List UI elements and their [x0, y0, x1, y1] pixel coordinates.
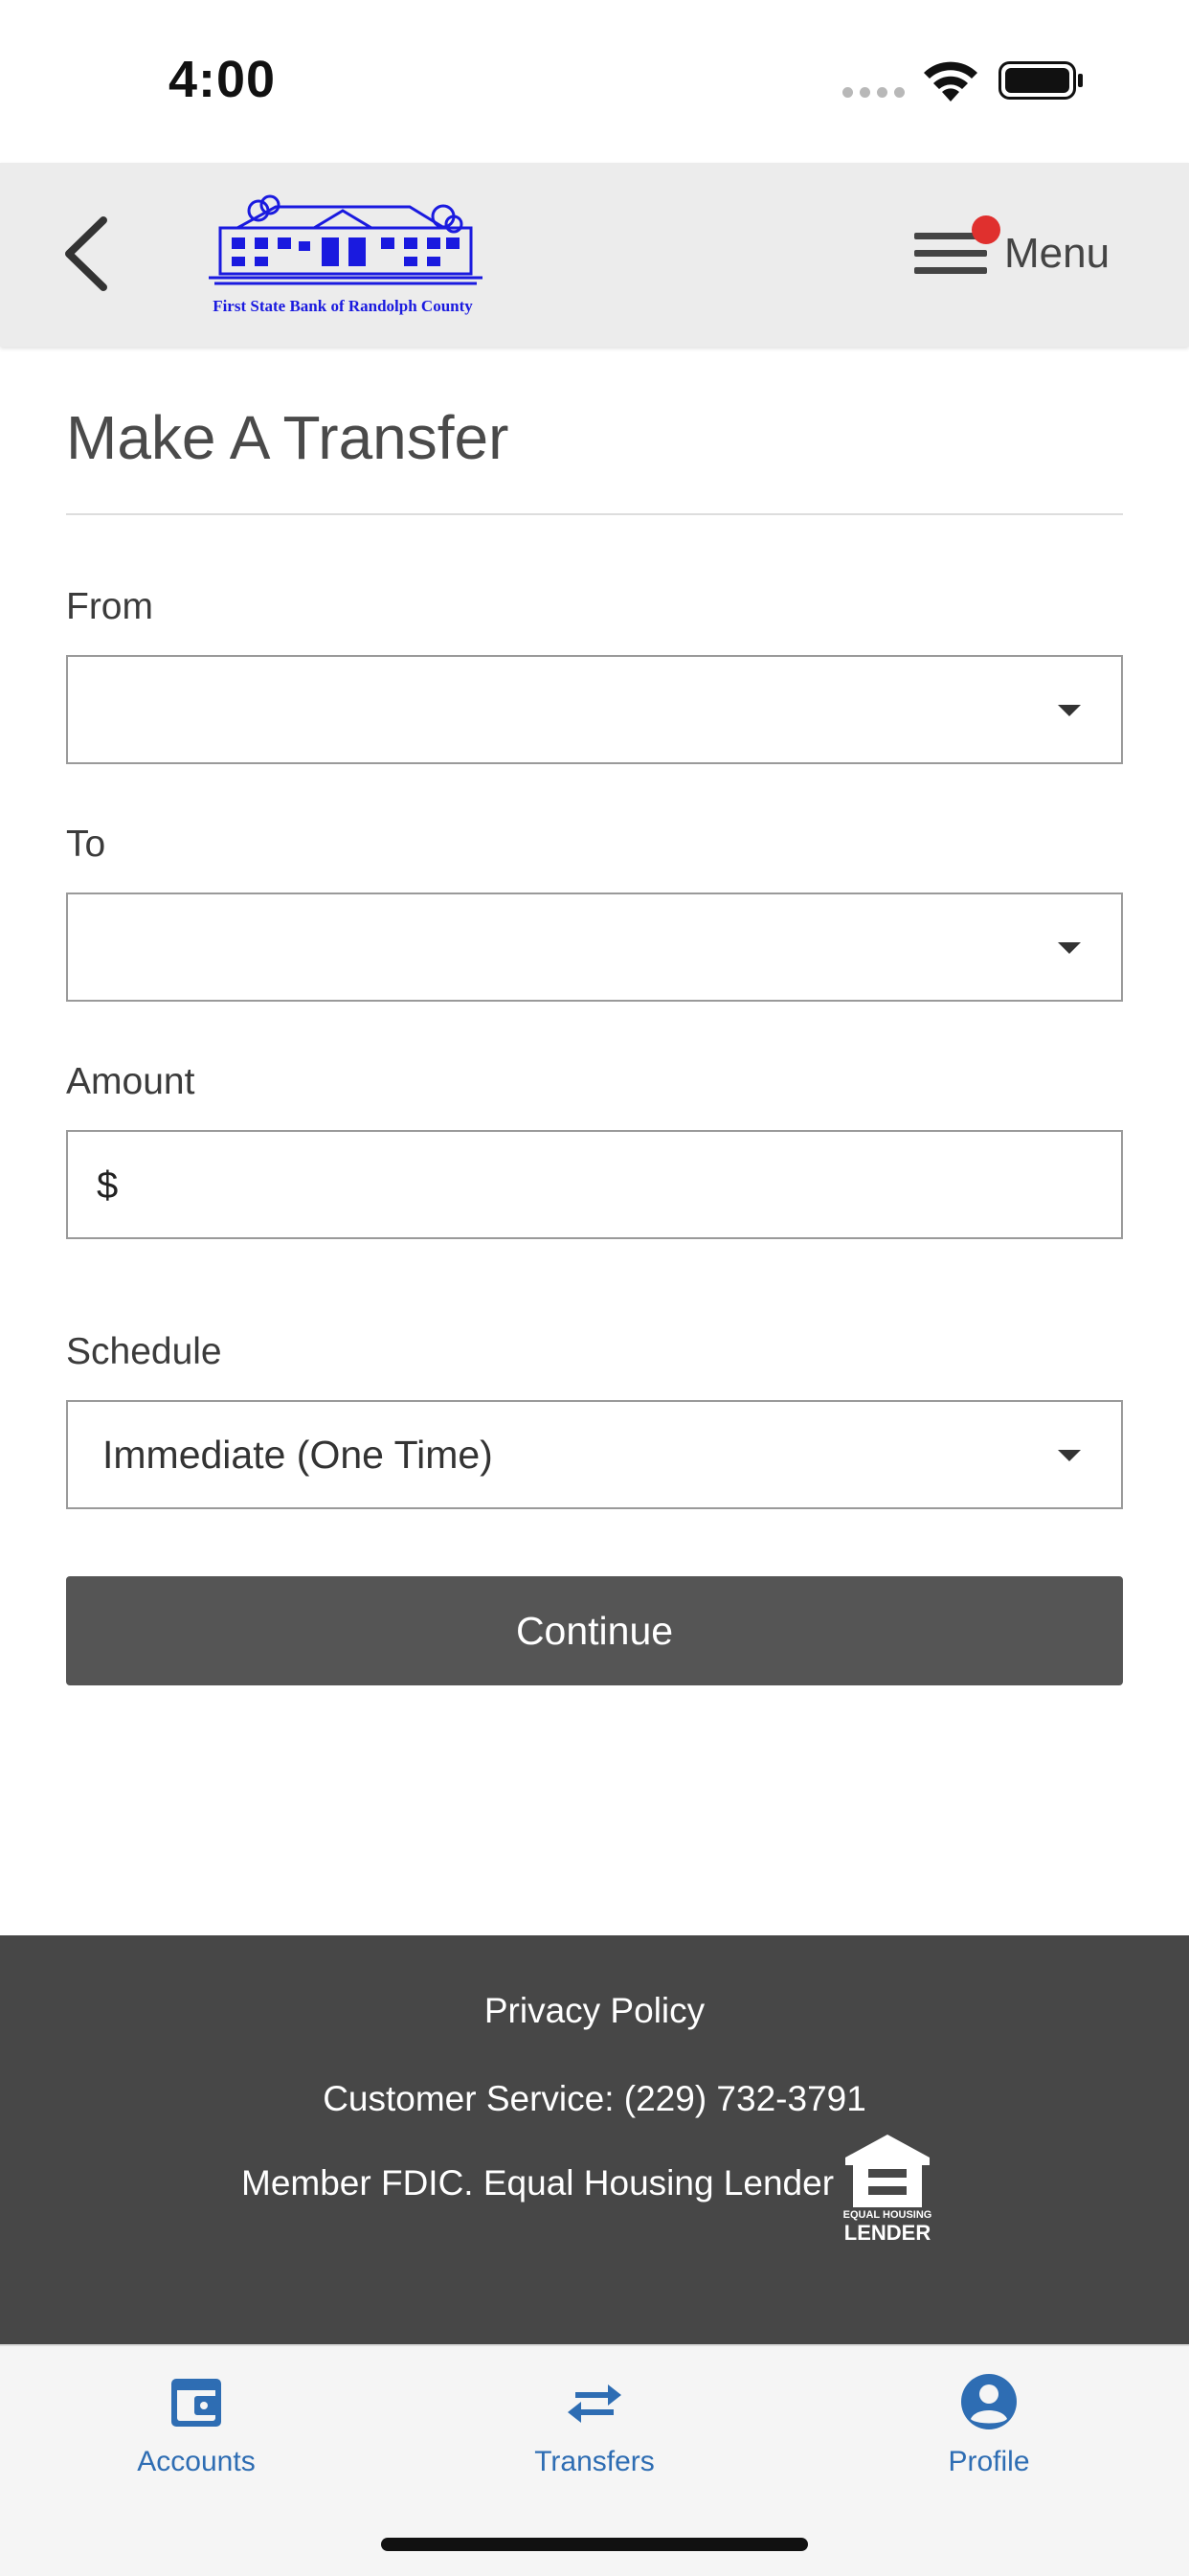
customer-service-text: Customer Service: (229) 732-3791: [323, 2079, 866, 2118]
tab-profile[interactable]: Profile: [884, 2371, 1094, 2478]
to-select[interactable]: [66, 893, 1123, 1002]
transfer-arrows-icon: [568, 2384, 621, 2423]
privacy-policy-link[interactable]: Privacy Policy: [0, 1991, 1189, 2031]
tab-label: Transfers: [534, 2446, 655, 2477]
caret-down-icon: [1058, 942, 1081, 954]
menu-button[interactable]: Menu: [914, 211, 1110, 297]
status-time: 4:00: [168, 51, 277, 108]
schedule-value: Immediate (One Time): [102, 1433, 493, 1477]
profile-icon: [961, 2374, 1017, 2429]
fdic-text: Member FDIC. Equal Housing Lender: [241, 2163, 835, 2203]
hamburger-icon: [914, 215, 1000, 281]
back-button[interactable]: [56, 211, 123, 297]
currency-symbol: $: [97, 1164, 119, 1207]
schedule-select[interactable]: Immediate (One Time): [66, 1400, 1123, 1509]
wallet-icon: [171, 2379, 221, 2427]
ehl-text-big: LENDER: [843, 2221, 931, 2245]
footer: Privacy Policy Customer Service: (229) 7…: [0, 1935, 1189, 2344]
amount-label: Amount: [66, 1061, 195, 1102]
menu-label: Menu: [1004, 230, 1110, 277]
tab-accounts[interactable]: Accounts: [91, 2371, 302, 2478]
tab-label: Profile: [948, 2446, 1030, 2477]
equal-housing-lender-icon: EQUAL HOUSING LENDER: [840, 2131, 935, 2245]
schedule-label: Schedule: [66, 1331, 222, 1372]
divider: [66, 513, 1123, 515]
ehl-text-small: EQUAL HOUSING: [842, 2209, 932, 2221]
bank-name: First State Bank of Randolph County: [213, 297, 473, 315]
from-label: From: [66, 586, 153, 627]
to-label: To: [66, 824, 106, 865]
continue-button[interactable]: Continue: [66, 1576, 1123, 1685]
bank-building-logo-icon: [209, 194, 482, 285]
amount-input[interactable]: [145, 1141, 1096, 1230]
tab-label: Accounts: [137, 2446, 256, 2477]
from-select[interactable]: [66, 655, 1123, 764]
wifi-icon: [924, 61, 977, 102]
bank-logo: First State Bank of Randolph County: [199, 190, 486, 324]
amount-field[interactable]: $: [66, 1130, 1123, 1239]
chevron-left-icon: [65, 216, 107, 291]
app-header: First State Bank of Randolph County Menu: [0, 163, 1189, 347]
status-bar: 4:00: [0, 0, 1189, 163]
battery-icon: [998, 61, 1083, 100]
caret-down-icon: [1058, 1450, 1081, 1461]
notification-dot: [972, 215, 1000, 244]
home-indicator: [381, 2538, 808, 2551]
caret-down-icon: [1058, 705, 1081, 716]
cellular-signal-icon: [842, 87, 905, 98]
page-title: Make A Transfer: [66, 403, 509, 472]
tab-transfers[interactable]: Transfers: [489, 2371, 700, 2478]
